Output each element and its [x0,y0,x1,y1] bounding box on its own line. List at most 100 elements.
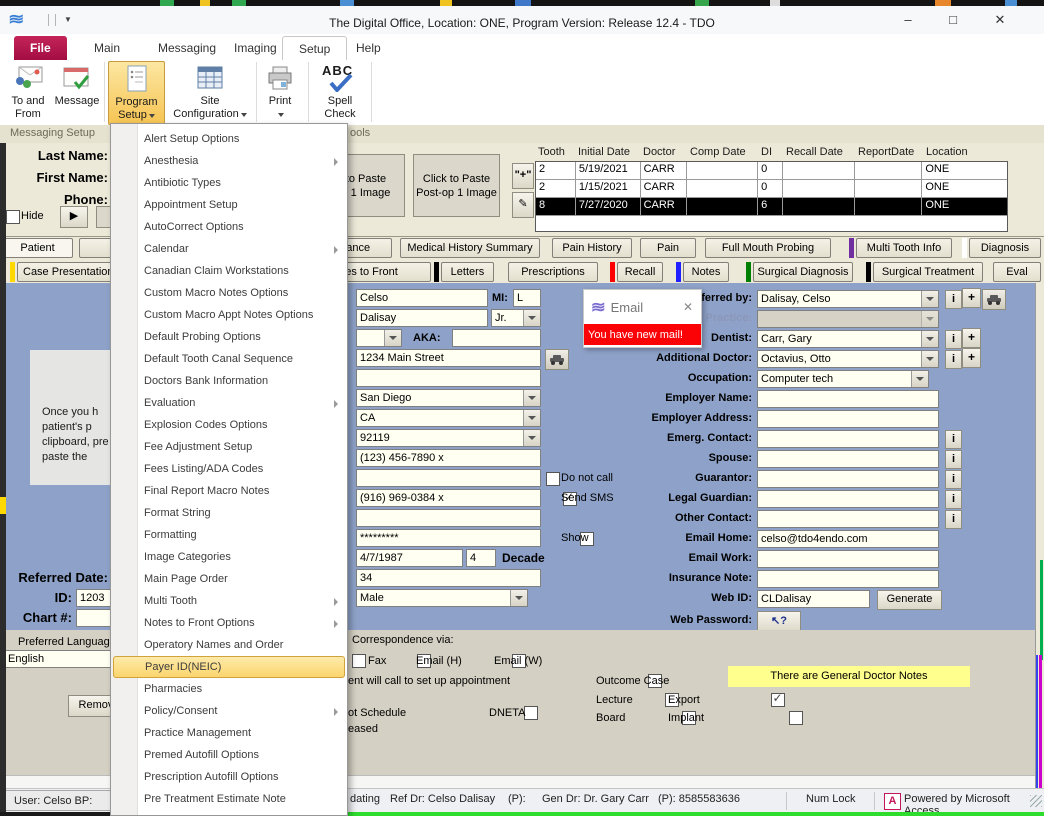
tab-notes[interactable]: Notes [683,262,729,282]
tab-prescriptions[interactable]: Prescriptions [508,262,598,282]
dropdown-button[interactable] [510,590,527,606]
phone4-field[interactable] [356,509,541,527]
dob-field[interactable]: 4/7/1987 [356,549,463,567]
menu-item[interactable]: Formatting [111,524,347,546]
menu-item[interactable]: Custom Macro Notes Options [111,282,347,304]
table-row[interactable]: 2 1/15/2021 CARR 0 ONE [536,180,1007,198]
popup-close-icon[interactable]: ✕ [683,300,693,314]
phone3-field[interactable]: (916) 969-0384 x [356,489,541,507]
tab-patient[interactable]: Patient [2,238,73,258]
phone2-field[interactable] [356,469,541,487]
dneta-checkbox[interactable] [524,706,538,720]
tab-surgical-treatment[interactable]: Surgical Treatment [873,262,983,282]
menu-item[interactable]: Default Probing Options [111,326,347,348]
dentist-info-button[interactable]: i [945,330,962,349]
referred-by-info-button[interactable]: i [945,290,962,309]
maximize-button[interactable]: □ [938,9,968,31]
menu-item[interactable]: Operatory Names and Order [111,634,347,656]
spouse-info-button[interactable]: i [945,450,962,469]
tooth-notes-button[interactable]: ✎ [512,192,534,218]
paste-postop-button[interactable]: Click to Paste Post-op 1 Image [413,154,500,217]
web-id-field[interactable]: CLDalisay [757,590,870,608]
menu-item[interactable]: Format String [111,502,347,524]
other-contact-info-button[interactable]: i [945,510,962,529]
suffix-dropdown[interactable]: Jr. [491,309,541,327]
occupation-dropdown[interactable]: Computer tech [757,370,929,388]
message-button[interactable]: Message [54,61,100,123]
tab-pain[interactable]: Pain [640,238,696,258]
employer-address-field[interactable] [757,410,939,428]
dropdown-button[interactable] [921,351,938,367]
referred-by-add-button[interactable]: + [962,288,981,308]
last-name-field[interactable]: Dalisay [356,309,488,327]
additional-doctor-info-button[interactable]: i [945,350,962,369]
emerg-contact-info-button[interactable]: i [945,430,962,449]
zip-dropdown[interactable]: 92119 [356,429,541,447]
add-tooth-button[interactable]: "+" [512,163,534,189]
fax-checkbox[interactable] [352,654,366,668]
insurance-note-field[interactable] [757,570,939,588]
guarantor-field[interactable] [757,470,939,488]
dropdown-button[interactable] [523,410,540,426]
schedule-option-4[interactable]: eased [348,723,378,735]
print-button[interactable]: Print [258,61,302,123]
new-mail-banner[interactable]: You have new mail! [584,324,701,345]
table-row[interactable]: 8 7/27/2020 CARR 6 ONE [536,198,1007,216]
menu-item[interactable]: Procedures and Teeth Associations [111,810,347,816]
employer-name-field[interactable] [757,390,939,408]
menu-item[interactable]: Alert Setup Options [111,128,347,150]
menu-item[interactable]: Payer ID(NEIC) [113,656,345,678]
tab-multi-tooth-info[interactable]: Multi Tooth Info [856,238,952,258]
menu-item[interactable]: Custom Macro Appt Notes Options [111,304,347,326]
referred-by-car-button[interactable] [982,289,1006,310]
to-and-from-button[interactable]: To and From [4,61,52,123]
spouse-field[interactable] [757,450,939,468]
dentist-dropdown[interactable]: Carr, Gary [757,330,939,348]
menu-item[interactable]: Pre Treatment Estimate Note [111,788,347,810]
next-record-button[interactable]: ▶ [60,206,88,228]
menu-item[interactable]: Notes to Front Options [111,612,347,634]
implant-checkbox[interactable] [789,711,803,725]
spell-check-button[interactable]: ABC Spell Check [314,61,366,123]
dropdown-button[interactable] [523,430,540,446]
dropdown-button[interactable] [911,371,928,387]
first-name-field[interactable]: Celso [356,289,488,307]
address2-field[interactable] [356,369,541,387]
dentist-add-button[interactable]: + [962,328,981,348]
schedule-option-3[interactable]: ot Schedule [348,707,406,719]
minimize-button[interactable]: – [893,9,923,31]
additional-doctor-add-button[interactable]: + [962,348,981,368]
tab-recall[interactable]: Recall [617,262,663,282]
menu-item[interactable]: Calendar [111,238,347,260]
other-contact-field[interactable] [757,510,939,528]
menu-item[interactable]: Antibiotic Types [111,172,347,194]
title-dropdown[interactable] [356,329,402,347]
tab-surgical-diagnosis[interactable]: Surgical Diagnosis [753,262,853,282]
legal-guardian-field[interactable] [757,490,939,508]
tab-full-mouth-probing[interactable]: Full Mouth Probing [705,238,831,258]
phone1-field[interactable]: (123) 456-7890 x [356,449,541,467]
menu-item[interactable]: Final Report Macro Notes [111,480,347,502]
menu-item[interactable]: Doctors Bank Information [111,370,347,392]
schedule-option-1[interactable]: ent will call to set up appointment [348,675,510,687]
tab-file[interactable]: File [14,36,67,60]
email-work-field[interactable] [757,550,939,568]
referred-by-dropdown[interactable]: Dalisay, Celso [757,290,939,308]
generate-button[interactable]: Generate [877,590,942,610]
tab-help[interactable]: Help [340,36,397,60]
dropdown-button[interactable] [921,331,938,347]
menu-item[interactable]: Canadian Claim Workstations [111,260,347,282]
additional-doctor-dropdown[interactable]: Octavius, Otto [757,350,939,368]
menu-item[interactable]: Practice Management [111,722,347,744]
tab-letters[interactable]: Letters [441,262,494,282]
tab-diagnosis[interactable]: Diagnosis [969,238,1041,258]
dropdown-button[interactable] [384,330,401,346]
table-row[interactable]: 2 5/19/2021 CARR 0 ONE [536,162,1007,180]
menu-item[interactable]: Appointment Setup [111,194,347,216]
menu-item[interactable]: Multi Tooth [111,590,347,612]
hide-checkbox[interactable] [6,210,20,224]
dropdown-button[interactable] [523,310,540,326]
menu-item[interactable]: Pharmacies [111,678,347,700]
map-car-button[interactable] [545,349,569,370]
menu-item[interactable]: Evaluation [111,392,347,414]
